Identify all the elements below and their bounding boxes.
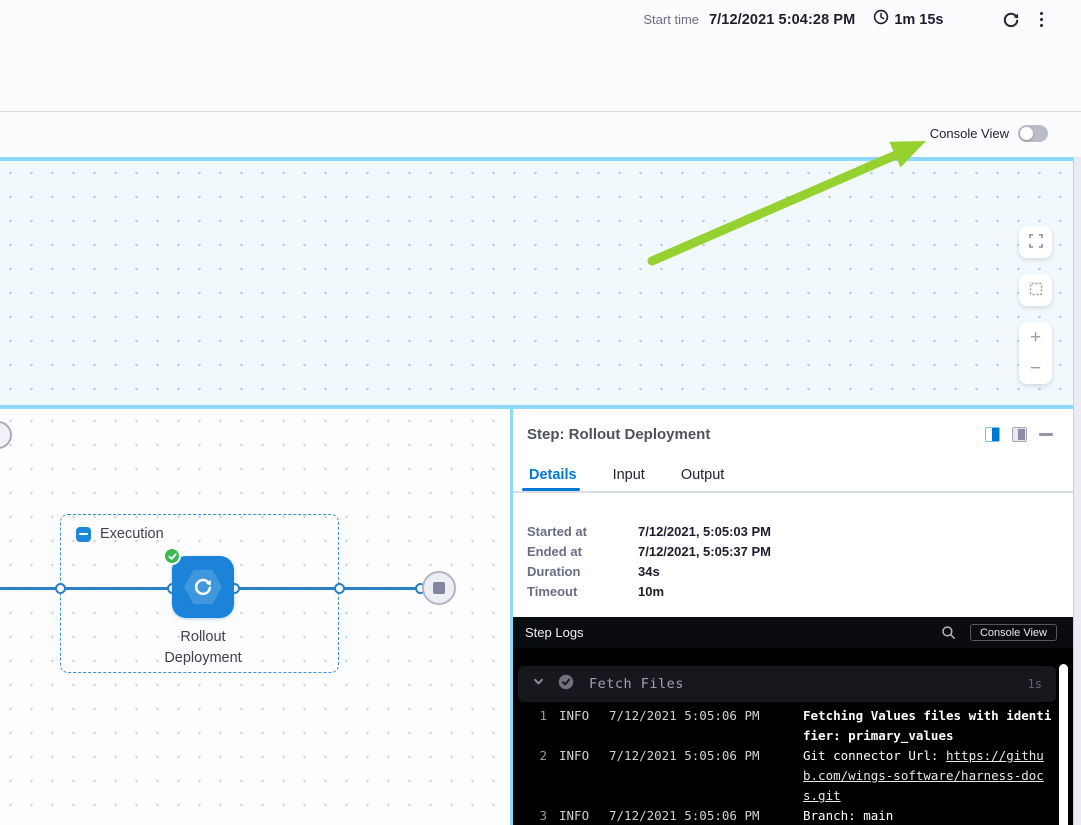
tabs-divider (513, 491, 1073, 493)
step-details-panel: Step: Rollout Deployment Details Input O… (513, 409, 1073, 825)
details-list: Started at 7/12/2021, 5:05:03 PM Ended a… (527, 521, 771, 601)
detail-row: Ended at 7/12/2021, 5:05:37 PM (527, 541, 771, 561)
offscreen-node (0, 421, 12, 449)
console-view-toggle[interactable] (1018, 125, 1048, 142)
log-line-number: 3 (533, 806, 547, 825)
log-timestamp: 7/12/2021 5:05:06 PM (609, 706, 791, 746)
detail-value: 10m (638, 584, 664, 599)
search-icon[interactable] (941, 625, 956, 640)
detail-label: Started at (527, 524, 638, 539)
log-row: 3 INFO 7/12/2021 5:05:06 PM Branch: main (513, 806, 1061, 825)
log-rows: 1 INFO 7/12/2021 5:05:06 PM Fetching Val… (513, 706, 1061, 825)
connection-point[interactable] (334, 583, 345, 594)
log-group-name: Fetch Files (589, 676, 684, 692)
log-level: INFO (559, 706, 597, 746)
stop-icon (433, 582, 445, 594)
rollout-icon (184, 568, 222, 606)
success-check-icon (558, 674, 574, 695)
zoom-controls: + − (1019, 322, 1052, 384)
log-line-number: 2 (533, 746, 547, 806)
start-time-value: 7/12/2021 5:04:28 PM (709, 12, 855, 28)
step-logs-header: Step Logs Console View (513, 617, 1073, 648)
pipeline-execution-page: Start time 7/12/2021 5:04:28 PM 1m 15s C… (0, 0, 1081, 825)
detail-row: Duration 34s (527, 561, 771, 581)
tab-input[interactable]: Input (611, 467, 647, 493)
kebab-menu-icon[interactable] (1040, 12, 1044, 28)
console-view-label: Console View (930, 126, 1009, 141)
elapsed-time: 1m 15s (873, 9, 943, 30)
log-message: Git connector Url: https://github.com/wi… (803, 746, 1053, 806)
expand-icon (1028, 233, 1044, 252)
detail-value: 7/12/2021, 5:05:37 PM (638, 544, 771, 559)
log-timestamp: 7/12/2021 5:05:06 PM (609, 746, 791, 806)
log-level: INFO (559, 746, 597, 806)
execution-meta: Start time 7/12/2021 5:04:28 PM 1m 15s (643, 9, 1043, 30)
log-message: Branch: main (803, 806, 1053, 825)
detail-row: Timeout 10m (527, 581, 771, 601)
detail-row: Started at 7/12/2021, 5:05:03 PM (527, 521, 771, 541)
log-level: INFO (559, 806, 597, 825)
split-view-bottom-icon[interactable] (1012, 427, 1027, 442)
clock-icon (873, 9, 889, 30)
page-scrollbar-track[interactable] (1073, 157, 1081, 825)
log-row: 1 INFO 7/12/2021 5:05:06 PM Fetching Val… (513, 706, 1061, 746)
detail-label: Duration (527, 564, 638, 579)
tab-output[interactable]: Output (679, 467, 727, 493)
fit-view-icon (1028, 281, 1044, 300)
node-label: Rollout Deployment (143, 627, 263, 669)
detail-value: 34s (638, 564, 660, 579)
chevron-down-icon (532, 675, 545, 693)
zoom-out-button[interactable]: − (1019, 353, 1052, 384)
log-message: Fetching Values files with identifier: p… (803, 706, 1053, 746)
rollout-deployment-node[interactable] (172, 556, 234, 618)
log-timestamp: 7/12/2021 5:05:06 PM (609, 806, 791, 825)
split-view-right-icon[interactable] (985, 427, 1000, 442)
refresh-button[interactable] (1002, 11, 1020, 29)
success-badge-icon (163, 547, 181, 565)
execution-header: Start time 7/12/2021 5:04:28 PM 1m 15s (0, 0, 1081, 112)
console-view-button[interactable]: Console View (970, 624, 1057, 641)
log-line-number: 1 (533, 706, 547, 746)
log-scrollbar[interactable] (1059, 664, 1068, 825)
stage-canvas[interactable]: + − (0, 161, 1073, 405)
end-node[interactable] (422, 571, 456, 605)
fit-to-view-button[interactable] (1019, 274, 1052, 306)
step-logs-title: Step Logs (525, 625, 584, 640)
log-row: 2 INFO 7/12/2021 5:05:06 PM Git connecto… (513, 746, 1061, 806)
log-group-duration: 1s (1028, 677, 1042, 691)
detail-label: Timeout (527, 584, 638, 599)
detail-label: Ended at (527, 544, 638, 559)
panel-title: Step: Rollout Deployment (527, 426, 710, 443)
minimize-panel-icon[interactable] (1039, 433, 1053, 436)
fullscreen-button[interactable] (1019, 226, 1052, 258)
execution-canvas[interactable]: Execution Rollout Deployment (0, 409, 510, 825)
view-toolbar: Console View (0, 113, 1081, 157)
elapsed-value: 1m 15s (894, 12, 943, 28)
execution-group-label: Execution (100, 526, 164, 542)
log-group-header[interactable]: Fetch Files 1s (518, 666, 1056, 702)
zoom-in-button[interactable]: + (1019, 322, 1052, 353)
start-time-label: Start time (643, 12, 699, 27)
connection-point[interactable] (55, 583, 66, 594)
log-console[interactable]: Fetch Files 1s 1 INFO 7/12/2021 5:05:06 … (513, 648, 1073, 825)
detail-value: 7/12/2021, 5:05:03 PM (638, 524, 771, 539)
collapse-group-button[interactable] (76, 527, 91, 542)
